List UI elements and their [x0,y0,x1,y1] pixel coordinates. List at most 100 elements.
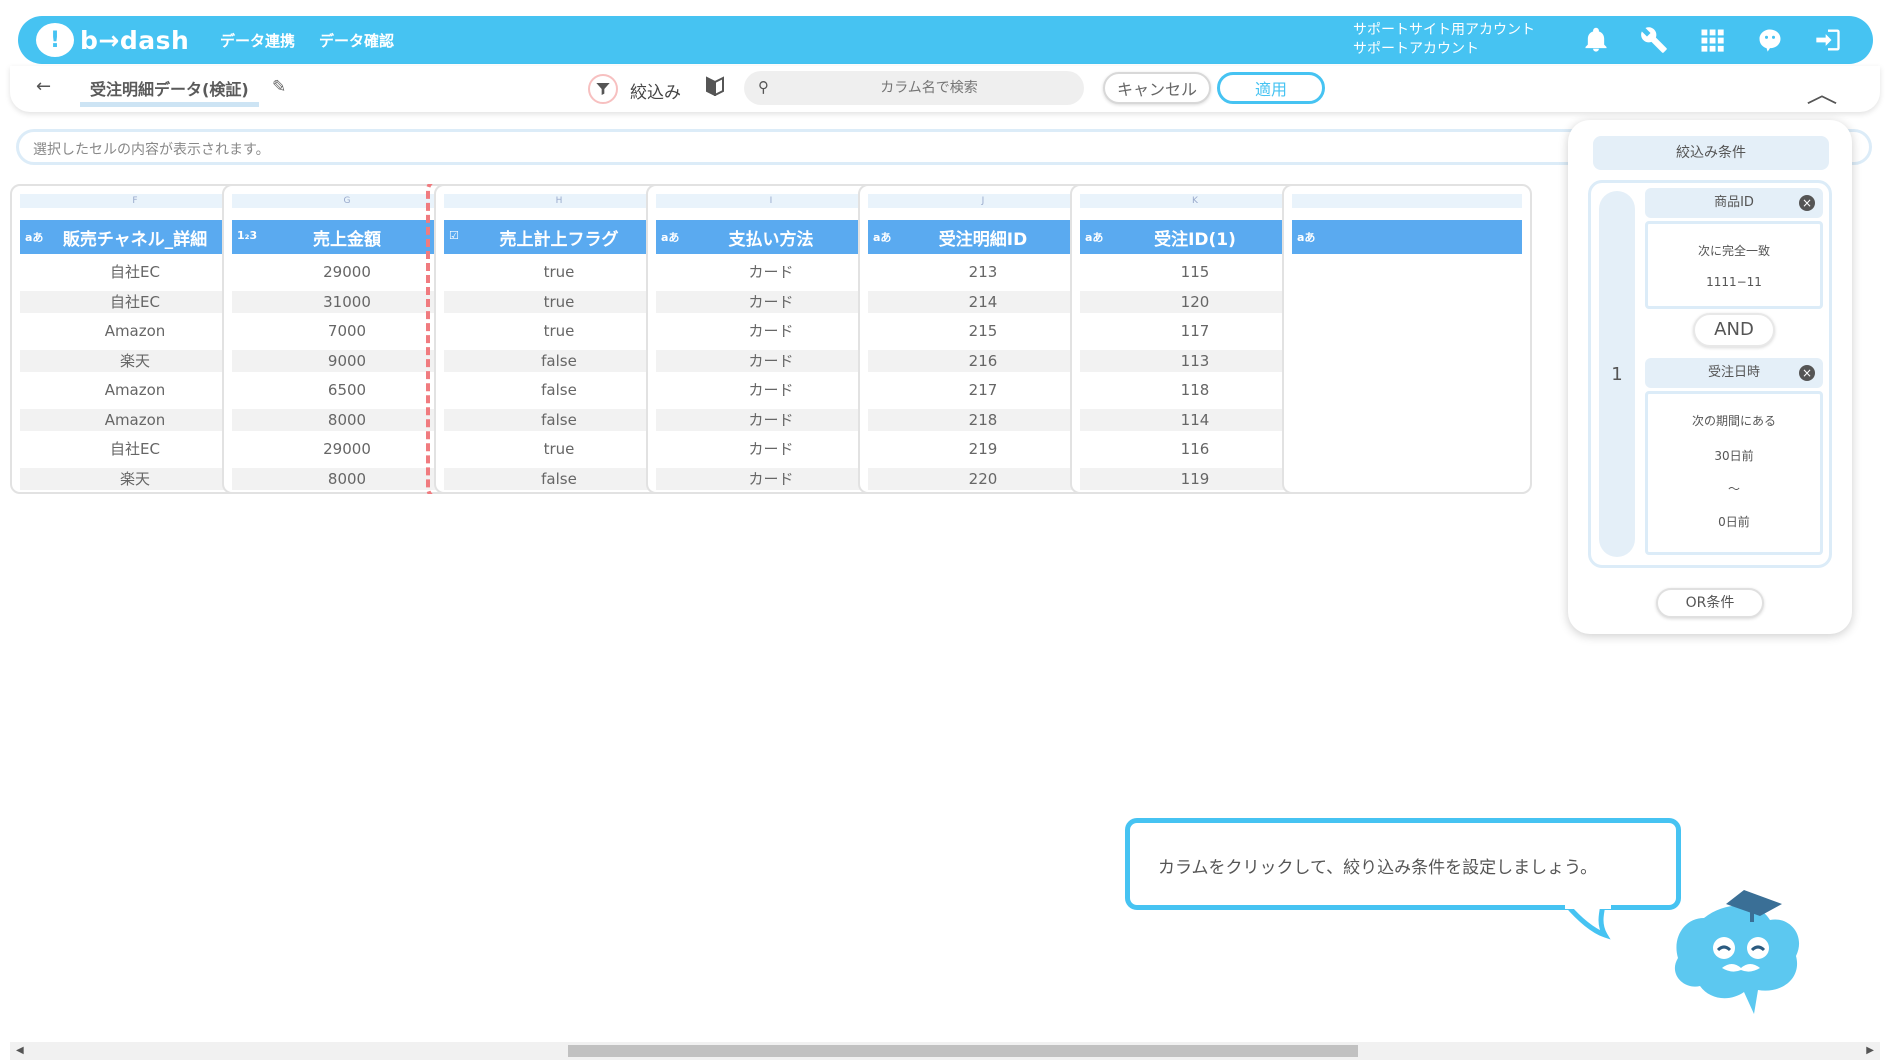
condition-field: 商品ID [1714,195,1754,210]
mascot-face-icon[interactable] [1751,21,1789,59]
table-cell[interactable]: 115 [1080,258,1310,288]
column-header[interactable]: aあ 支払い方法 [656,220,886,254]
table-cell[interactable]: 29000 [232,258,462,288]
table-cell[interactable]: 116 [1080,435,1310,465]
scroll-left-arrow-icon[interactable]: ◀ [16,1045,24,1056]
and-connector[interactable]: AND [1693,313,1775,347]
condition-header-order-date: 受注日時 × [1645,358,1823,388]
beginner-mark-icon[interactable] [706,76,724,101]
table-cell[interactable]: 8000 [232,468,462,491]
condition-operator: 次の期間にある [1691,414,1776,428]
table-cell[interactable]: Amazon [20,376,250,406]
remove-condition-icon[interactable]: × [1799,195,1815,211]
table-cell[interactable]: カード [656,350,886,373]
table-cell[interactable]: カード [656,258,886,288]
column-letter: F [20,194,250,208]
column-header[interactable]: aあ 販売チャネル_詳細 [20,220,250,254]
filter-conditions-panel: 絞込み条件 1 商品ID × 次に完全一致 1111−11 AND 受注日時 ×… [1568,120,1852,634]
nav-data-check[interactable]: データ確認 [319,30,394,51]
column-letter [1292,194,1522,208]
search-icon: ⚲ [758,78,769,96]
filter-funnel-icon[interactable] [588,74,618,104]
condition-box-order-date[interactable]: 次の期間にある 30日前 〜 0日前 [1645,391,1823,555]
condition-field: 受注日時 [1707,365,1760,380]
table-cell[interactable]: 119 [1080,468,1310,491]
column-name: 支払い方法 [728,229,814,250]
table-cell[interactable]: カード [656,376,886,406]
logout-icon[interactable] [1809,21,1847,59]
table-cell[interactable]: true [444,258,674,288]
bell-icon[interactable] [1577,21,1615,59]
column-partial[interactable]: aあ [1282,184,1532,494]
table-cell[interactable]: 220 [868,468,1098,491]
column-search-input[interactable] [784,71,1074,105]
table-cell[interactable]: 213 [868,258,1098,288]
table-cell[interactable]: true [444,317,674,347]
table-cell[interactable]: 113 [1080,350,1310,373]
back-arrow-icon[interactable]: ← [36,76,51,97]
table-cell[interactable]: カード [656,291,886,314]
table-cell[interactable]: Amazon [20,409,250,432]
table-cell[interactable]: 自社EC [20,258,250,288]
column-header[interactable]: 1₂3 売上金額 [232,220,462,254]
table-cell[interactable]: true [444,435,674,465]
table-cell[interactable]: 8000 [232,409,462,432]
nav-data-integration[interactable]: データ連携 [220,30,295,51]
table-cell[interactable]: カード [656,468,886,491]
grid-icon[interactable] [1693,21,1731,59]
top-bar: ! b→dash データ連携 データ確認 サポートサイト用アカウント サポートア… [18,16,1873,64]
chevron-up-icon[interactable]: ︿ [1806,74,1837,109]
table-cell[interactable]: 7000 [232,317,462,347]
table-cell[interactable]: 217 [868,376,1098,406]
table-cell[interactable]: false [444,468,674,491]
column-header[interactable]: aあ 受注ID(1) [1080,220,1310,254]
table-cell[interactable]: カード [656,409,886,432]
condition-box-product-id[interactable]: 次に完全一致 1111−11 [1645,221,1823,309]
table-cell[interactable]: 219 [868,435,1098,465]
dataset-title[interactable]: 受注明細データ(検証) [80,76,259,107]
table-cell[interactable]: 29000 [232,435,462,465]
table-cell[interactable]: カード [656,435,886,465]
table-cell[interactable]: 216 [868,350,1098,373]
table-cell[interactable]: true [444,291,674,314]
table-cell[interactable]: 218 [868,409,1098,432]
table-cell[interactable]: 楽天 [20,468,250,491]
table-cell[interactable]: 自社EC [20,291,250,314]
table-cell[interactable]: 31000 [232,291,462,314]
column-header[interactable]: ☑ 売上計上フラグ [444,220,674,254]
table-cell[interactable]: 117 [1080,317,1310,347]
column-header[interactable]: aあ [1292,220,1522,254]
account-info[interactable]: サポートサイト用アカウント サポートアカウント [1353,21,1535,59]
table-cell[interactable]: 215 [868,317,1098,347]
table-cell[interactable]: Amazon [20,317,250,347]
scrollbar-thumb[interactable] [568,1045,1358,1057]
wrench-icon[interactable] [1635,21,1673,59]
cancel-button[interactable]: キャンセル [1103,72,1211,104]
column-header[interactable]: aあ 受注明細ID [868,220,1098,254]
type-icon: aあ [661,231,680,244]
table-cell[interactable]: 楽天 [20,350,250,373]
table-cell[interactable]: false [444,376,674,406]
table-cell[interactable]: 自社EC [20,435,250,465]
table-cell[interactable]: 114 [1080,409,1310,432]
type-icon: aあ [1297,231,1316,244]
table-cell[interactable]: カード [656,317,886,347]
condition-header-product-id: 商品ID × [1645,188,1823,218]
table-cell[interactable]: false [444,350,674,373]
or-condition-button[interactable]: OR条件 [1656,588,1764,618]
table-cell[interactable]: 118 [1080,376,1310,406]
table-cell[interactable]: 120 [1080,291,1310,314]
app-logo[interactable]: ! b→dash [36,23,196,57]
column-search[interactable]: ⚲ [744,71,1084,105]
logo-mark: ! [36,23,74,57]
apply-button[interactable]: 適用 [1217,72,1325,104]
table-cell[interactable]: 6500 [232,376,462,406]
pencil-icon[interactable]: ✎ [272,77,286,97]
table-cell[interactable]: 9000 [232,350,462,373]
scroll-right-arrow-icon[interactable]: ▶ [1866,1045,1874,1056]
table-cell[interactable]: 214 [868,291,1098,314]
remove-condition-icon[interactable]: × [1799,365,1815,381]
horizontal-scrollbar[interactable]: ◀ ▶ [10,1042,1880,1060]
column-letter: I [656,194,886,208]
table-cell[interactable]: false [444,409,674,432]
